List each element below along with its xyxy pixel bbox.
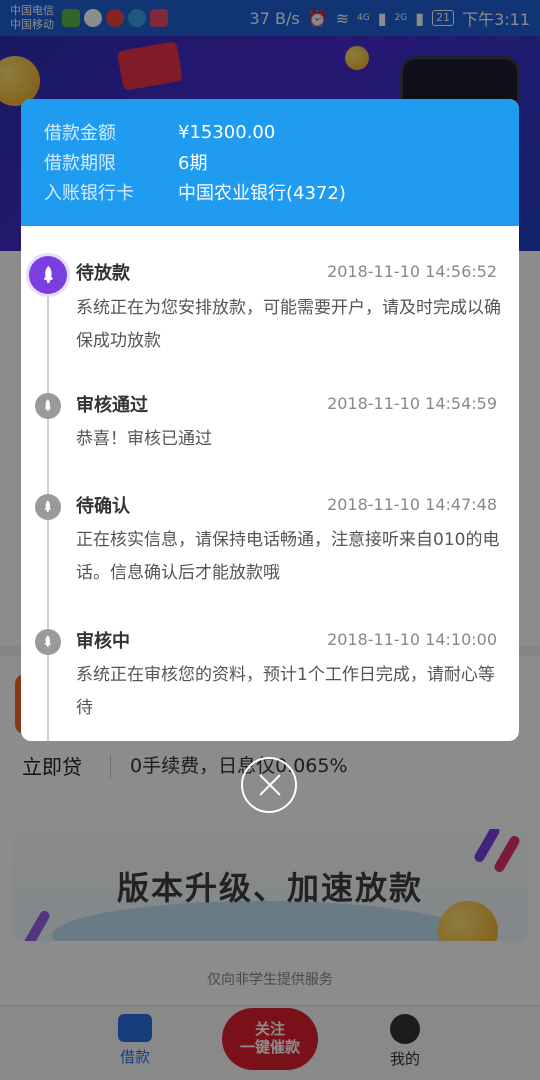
loan-status-modal: 借款金额 ¥15300.00 借款期限 6期 入账银行卡 中国农业银行(4372…	[21, 99, 519, 741]
step-title: 待放款	[76, 263, 130, 284]
close-icon[interactable]	[241, 757, 297, 813]
loan-summary-header: 借款金额 ¥15300.00 借款期限 6期 入账银行卡 中国农业银行(4372…	[21, 99, 519, 226]
amount-row: 借款金额 ¥15300.00	[44, 117, 495, 147]
rocket-icon	[35, 393, 61, 419]
term-row: 借款期限 6期	[44, 147, 495, 177]
step-title: 待确认	[76, 496, 130, 517]
step-title: 审核通过	[76, 395, 148, 416]
term-label: 借款期限	[44, 153, 116, 174]
bank-row: 入账银行卡 中国农业银行(4372)	[44, 177, 495, 207]
bank-value: 中国农业银行(4372)	[178, 183, 346, 204]
step-desc: 正在核实信息，请保持电话畅通，注意接听来自010的电话。信息确认后才能放款哦	[76, 530, 500, 583]
term-value: 6期	[178, 153, 208, 174]
step-desc: 恭喜！审核已通过	[76, 429, 212, 449]
amount-value: ¥15300.00	[178, 121, 276, 143]
step-time: 2018-11-10 14:47:48	[327, 495, 497, 514]
step-time: 2018-11-10 14:54:59	[327, 394, 497, 413]
step-time: 2018-11-10 14:56:52	[327, 262, 497, 281]
rocket-icon	[35, 629, 61, 655]
step-desc: 系统正在为您安排放款，可能需要开户，请及时完成以确保成功放款	[76, 298, 501, 351]
step-time: 2018-11-10 14:10:00	[327, 630, 497, 649]
step-desc: 系统正在审核您的资料，预计1个工作日完成，请耐心等待	[76, 665, 495, 718]
rocket-icon	[35, 494, 61, 520]
step-title: 审核中	[76, 631, 130, 652]
bank-label: 入账银行卡	[44, 183, 134, 204]
rocket-icon	[29, 256, 67, 294]
amount-label: 借款金额	[44, 123, 116, 144]
